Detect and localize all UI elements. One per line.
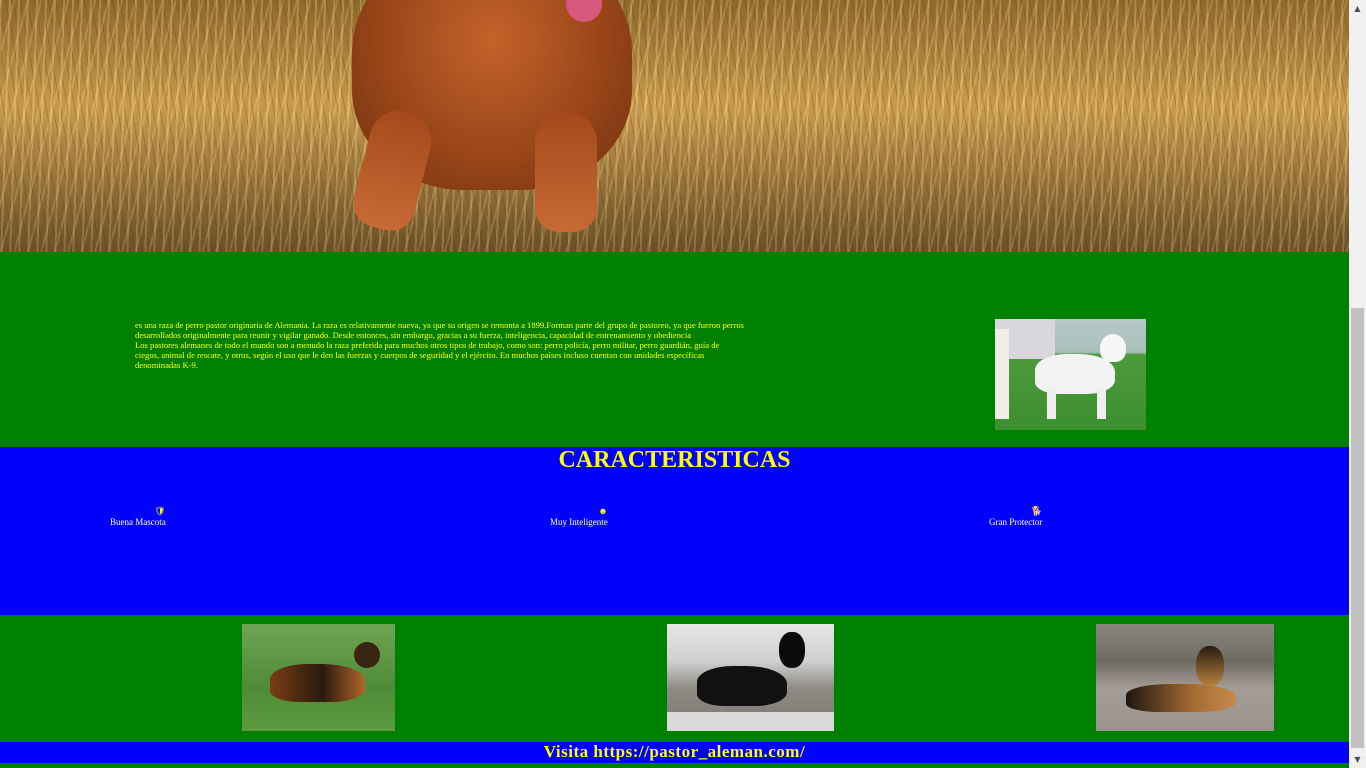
dog-body [697,666,787,706]
intro-section: es una raza de perro pastor originaria d… [0,252,1349,447]
page: es una raza de perro pastor originaria d… [0,0,1349,768]
dog-right-leg [535,112,597,232]
gallery-photo-standing-shepherd [242,624,395,731]
footer: Visita https://pastor_aleman.com/ [0,742,1349,763]
photo-person [995,329,1009,419]
dog-head [354,642,380,668]
dog-head [1196,646,1224,686]
scrollbar-thumb[interactable] [1351,308,1364,748]
photo-gallery [0,615,1349,742]
scroll-up-arrow-icon[interactable]: ▲ [1349,0,1366,17]
feature-buena-mascota: 🛡 Buena Mascota [110,506,166,527]
white-dog-body [1035,354,1115,394]
feature-gran-protector: 🐕 Gran Protector [989,506,1042,527]
scroll-down-arrow-icon[interactable]: ▼ [1349,751,1366,768]
white-dog-head [1100,334,1126,362]
dog-body [270,664,365,702]
white-dog-leg [1097,389,1106,419]
shield-icon: 🛡 [154,506,166,516]
brain-icon: ☻ [598,506,608,516]
caracteristicas-section: CARACTERISTICAS 🛡 Buena Mascota ☻ Muy In… [0,447,1349,615]
caracteristicas-title: CARACTERISTICAS [558,447,791,473]
dog-icon: 🐕 [1031,506,1043,516]
dog-head [779,632,805,668]
white-shepherd-photo [995,319,1146,430]
feature-label: Muy Inteligente [550,517,608,527]
gallery-photo-black-shepherd [667,624,834,731]
bottom-strip [0,763,1349,768]
dog-body [1126,684,1236,712]
pavement [667,712,834,731]
gallery-photo-lying-shepherd [1096,624,1274,731]
feature-label: Buena Mascota [110,517,166,527]
hero-dog-photo [0,0,1349,252]
footer-visit-link[interactable]: Visita https://pastor_aleman.com/ [0,742,1349,762]
white-dog-leg [1047,389,1056,419]
intro-paragraph-2: Los pastores alemanes de todo el mundo s… [135,340,720,370]
vertical-scrollbar[interactable]: ▲ ▼ [1349,0,1366,768]
feature-label: Gran Protector [989,517,1043,527]
intro-text: es una raza de perro pastor originaria d… [135,320,745,370]
feature-muy-inteligente: ☻ Muy Inteligente [550,506,608,527]
intro-paragraph-1: es una raza de perro pastor originaria d… [135,320,744,340]
